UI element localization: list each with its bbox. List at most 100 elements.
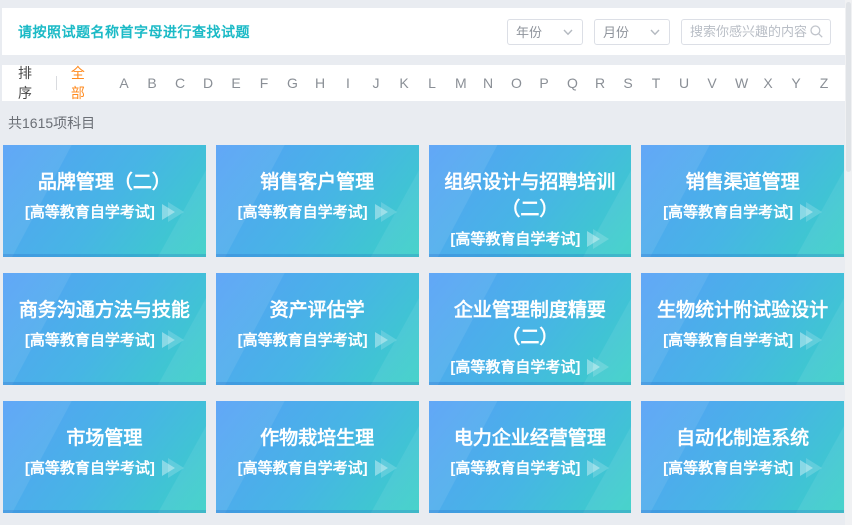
card-tag-row: [高等教育自学考试] — [437, 457, 624, 478]
card-tag: [高等教育自学考试] — [237, 460, 368, 477]
month-select[interactable]: 月份 — [594, 18, 670, 45]
card-title: 销售渠道管理 — [685, 172, 800, 193]
subject-card-grid: 品牌管理（二） [高等教育自学考试] 销售客户管理 [高等教育自学考试] 组织设计与招聘… — [2, 145, 845, 513]
card-title: 自动化制造系统 — [676, 428, 810, 449]
page: 请按照试题名称首字母进行查找试题 年份 月份 排序 — [2, 0, 845, 513]
letter-Y[interactable]: Y — [791, 75, 801, 91]
letter-B[interactable]: B — [147, 75, 157, 91]
arrow-right-icon — [380, 329, 397, 350]
letter-M[interactable]: M — [455, 75, 467, 91]
month-select-value: 月份 — [603, 25, 630, 40]
arrow-right-icon — [593, 356, 610, 377]
card-tag-row: [高等教育自学考试] — [649, 457, 836, 478]
card-title: 品牌管理（二） — [37, 172, 171, 193]
subject-card[interactable]: 销售渠道管理 [高等教育自学考试] — [641, 145, 844, 257]
letter-P[interactable]: P — [539, 75, 549, 91]
arrow-right-icon — [593, 457, 610, 478]
subject-card[interactable]: 商务沟通方法与技能 [高等教育自学考试] — [3, 273, 206, 385]
letter-J[interactable]: J — [371, 75, 381, 91]
subject-card[interactable]: 组织设计与招聘培训 （二） [高等教育自学考试] — [429, 145, 632, 257]
scrollbar-thumb[interactable] — [846, 2, 851, 172]
card-title: 组织设计与招聘培训 （二） — [444, 172, 616, 220]
card-tag-row: [高等教育自学考试] — [437, 356, 624, 377]
subject-count: 共1615项科目 — [8, 115, 96, 131]
letter-R[interactable]: R — [595, 75, 605, 91]
arrow-right-icon — [806, 457, 823, 478]
subject-card[interactable]: 作物栽培生理 [高等教育自学考试] — [216, 401, 419, 513]
letter-Z[interactable]: Z — [819, 75, 829, 91]
card-tag: [高等教育自学考试] — [663, 460, 794, 477]
card-title: 企业管理制度精要 （二） — [453, 300, 606, 348]
card-tag-row: [高等教育自学考试] — [224, 329, 411, 350]
subject-card[interactable]: 电力企业经营管理 [高等教育自学考试] — [429, 401, 632, 513]
search-input[interactable] — [690, 24, 809, 39]
letter-O[interactable]: O — [511, 75, 522, 91]
subject-card[interactable]: 企业管理制度精要 （二） [高等教育自学考试] — [429, 273, 632, 385]
card-tag-row: [高等教育自学考试] — [224, 201, 411, 222]
letter-C[interactable]: C — [175, 75, 185, 91]
subject-card[interactable]: 生物统计附试验设计 [高等教育自学考试] — [641, 273, 844, 385]
card-title: 销售客户管理 — [260, 172, 375, 193]
subject-card[interactable]: 市场管理 [高等教育自学考试] — [3, 401, 206, 513]
letter-A[interactable]: A — [119, 75, 129, 91]
letter-X[interactable]: X — [763, 75, 773, 91]
page-scrollbar[interactable] — [845, 0, 852, 525]
subject-card[interactable]: 资产评估学 [高等教育自学考试] — [216, 273, 419, 385]
letter-T[interactable]: T — [651, 75, 661, 91]
card-tag-row: [高等教育自学考试] — [649, 201, 836, 222]
arrow-right-icon — [380, 457, 397, 478]
subject-card[interactable]: 品牌管理（二） [高等教育自学考试] — [3, 145, 206, 257]
arrow-right-icon — [167, 457, 184, 478]
card-tag: [高等教育自学考试] — [24, 204, 155, 221]
card-tag-row: [高等教育自学考试] — [649, 329, 836, 350]
letter-S[interactable]: S — [623, 75, 633, 91]
card-tag-row: [高等教育自学考试] — [11, 457, 198, 478]
letter-list: A B C D E F G H I J K L MN O P Q R S T U V WX Y Z — [119, 75, 829, 91]
letter-E[interactable]: E — [231, 75, 241, 91]
letter-H[interactable]: H — [315, 75, 325, 91]
alphabet-filter-bar: 排序 全部 A B C D E F G H I J K L MN O P Q R S T U V WX Y Z — [2, 65, 845, 101]
letter-I[interactable]: I — [343, 75, 353, 91]
search-box — [681, 18, 831, 45]
card-tag: [高等教育自学考试] — [24, 460, 155, 477]
arrow-right-icon — [167, 201, 184, 222]
filter-all[interactable]: 全部 — [71, 63, 95, 103]
letter-D[interactable]: D — [203, 75, 213, 91]
letter-L[interactable]: L — [427, 75, 437, 91]
card-title: 作物栽培生理 — [260, 428, 375, 449]
subject-card[interactable]: 自动化制造系统 [高等教育自学考试] — [641, 401, 844, 513]
arrow-right-icon — [806, 329, 823, 350]
filter-header-bar: 请按照试题名称首字母进行查找试题 年份 月份 — [2, 8, 845, 55]
card-title: 电力企业经营管理 — [453, 428, 606, 449]
letter-Q[interactable]: Q — [567, 75, 578, 91]
chevron-down-icon — [649, 26, 661, 38]
card-tag-row: [高等教育自学考试] — [11, 201, 198, 222]
card-tag: [高等教育自学考试] — [663, 332, 794, 349]
letter-N[interactable]: N — [483, 75, 493, 91]
card-tag-row: [高等教育自学考试] — [224, 457, 411, 478]
card-title: 商务沟通方法与技能 — [18, 300, 190, 321]
letter-W[interactable]: W — [735, 75, 748, 91]
letter-V[interactable]: V — [707, 75, 717, 91]
card-title: 市场管理 — [66, 428, 143, 449]
letter-G[interactable]: G — [287, 75, 298, 91]
card-tag: [高等教育自学考试] — [450, 359, 581, 376]
search-icon[interactable] — [809, 24, 824, 39]
card-tag: [高等教育自学考试] — [450, 231, 581, 248]
arrow-right-icon — [167, 329, 184, 350]
letter-U[interactable]: U — [679, 75, 689, 91]
card-tag: [高等教育自学考试] — [237, 204, 368, 221]
card-tag: [高等教育自学考试] — [450, 460, 581, 477]
letter-F[interactable]: F — [259, 75, 269, 91]
chevron-down-icon — [562, 26, 574, 38]
notice-text: 请按照试题名称首字母进行查找试题 — [18, 23, 250, 40]
arrow-right-icon — [593, 228, 610, 249]
subject-card[interactable]: 销售客户管理 [高等教育自学考试] — [216, 145, 419, 257]
card-title: 生物统计附试验设计 — [657, 300, 829, 321]
sort-label: 排序 — [18, 65, 32, 101]
card-title: 资产评估学 — [269, 300, 365, 321]
year-select[interactable]: 年份 — [507, 18, 583, 45]
letter-K[interactable]: K — [399, 75, 409, 91]
card-tag-row: [高等教育自学考试] — [11, 329, 198, 350]
arrow-right-icon — [806, 201, 823, 222]
